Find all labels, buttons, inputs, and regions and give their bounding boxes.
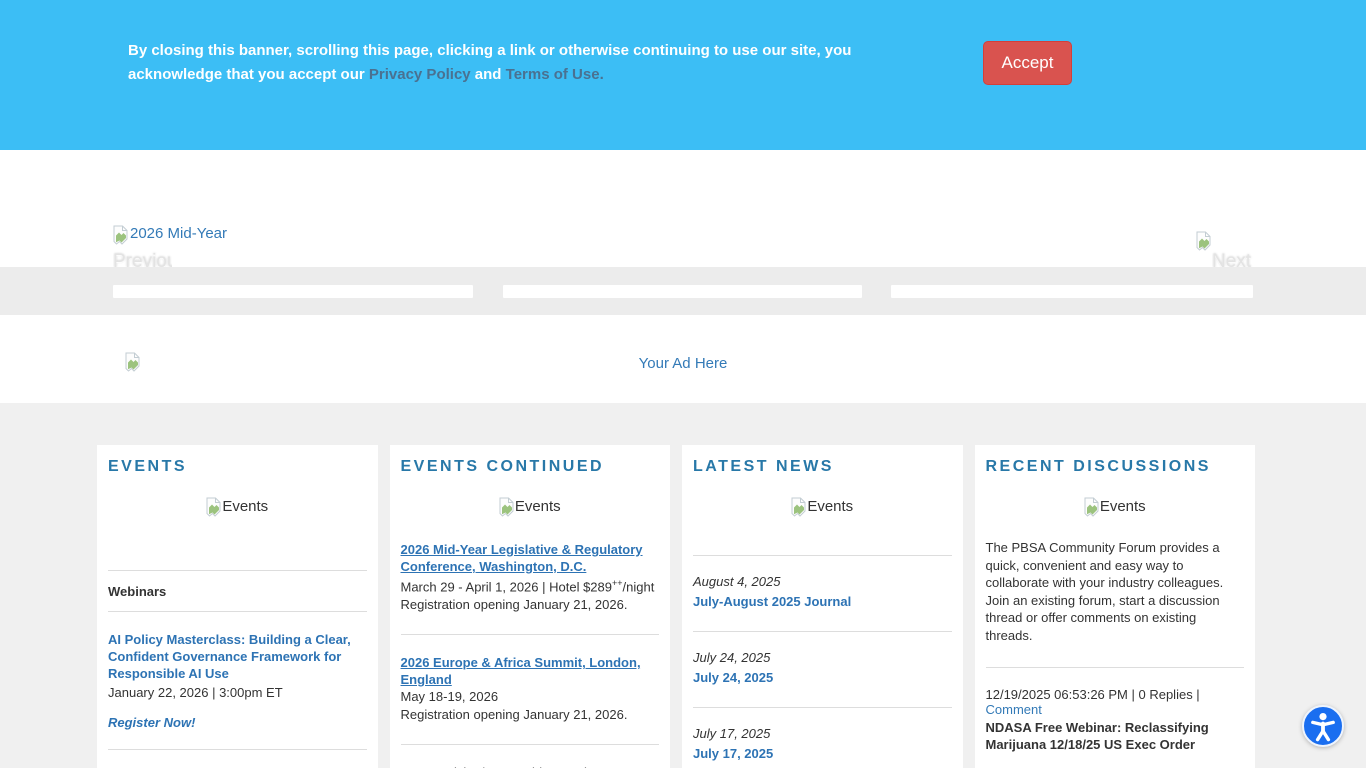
register-now-link[interactable]: Register Now! [108,714,367,731]
registration-note: Registration opening January 21, 2026. [400,707,628,723]
summit-link[interactable]: 2026 Europe & Africa Summit, London, Eng… [401,654,660,688]
privacy-policy-link[interactable]: Privacy Policy [369,66,471,83]
columns-section: EVENTS Events Webinars AI Policy Masterc… [0,403,1366,768]
events-continued-title: EVENTS CONTINUED [400,458,605,475]
registration-note: Registration opening January 21, 2026. [400,597,628,613]
conference-link[interactable]: 2026 Mid-Year Legislative & Regulatory C… [401,541,660,575]
forum-intro-text: The PBSA Community Forum provides a quic… [985,540,1224,643]
carousel-indicator[interactable] [113,285,473,298]
divider [985,667,1244,668]
carousel-indicator-band [0,267,1366,315]
events-image: Events [693,497,952,517]
webinars-heading: Webinars [108,584,167,599]
broken-image-icon [791,497,806,517]
events-image: Events [108,497,367,517]
events-image-alt: Events [222,497,269,515]
carousel-slide-link[interactable]: 2026 Mid-Year [113,225,227,245]
conference-date-text: March 29 - April 1, 2026 | Hotel $289 [400,579,613,595]
broken-image-icon [1084,497,1099,517]
latest-news-title: LATEST NEWS [693,458,834,475]
hero-carousel: 2026 Mid-Year Previous Next [0,150,1366,315]
events-image-alt: Events [514,497,561,515]
ad-strip: Your Ad Here [0,315,1366,403]
accessibility-icon [1302,705,1344,747]
events-image: Events [401,497,660,517]
divider [108,749,367,750]
summit-date: May 18-19, 2026 [400,689,499,705]
divider [693,631,952,632]
discussion-timestamp: 12/19/2025 06:53:26 PM | 0 Replies | [985,687,1200,702]
news-date: August 4, 2025 [693,574,781,589]
accessibility-widget-button[interactable] [1301,704,1345,748]
cookie-banner: By closing this banner, scrolling this p… [0,0,1366,150]
discussion-title: NDASA Free Webinar: Reclassifying Mariju… [985,720,1209,752]
carousel-indicator[interactable] [891,285,1253,298]
pricing-footnote: *Event pricing/costs subject to change [401,764,660,768]
divider [400,634,659,636]
broken-image-icon [499,497,514,517]
cookie-message: By closing this banner, scrolling this p… [128,39,943,87]
cookie-message-and: and [470,66,506,83]
divider [400,744,659,746]
cards-row: EVENTS Events Webinars AI Policy Masterc… [97,445,1255,768]
broken-image-icon [1196,231,1211,256]
recent-discussions-title: RECENT DISCUSSIONS [985,458,1211,475]
news-link[interactable]: July 17, 2025 [693,745,952,762]
events-continued-card: EVENTS CONTINUED Events 2026 Mid-Year Le… [389,445,670,768]
conference-date: March 29 - April 1, 2026 | Hotel $289++/… [401,575,660,595]
news-date: July 17, 2025 [693,726,771,741]
divider [693,707,952,708]
events-image-alt: Events [807,497,854,515]
events-card: EVENTS Events Webinars AI Policy Masterc… [97,445,378,768]
divider [108,611,367,612]
recent-discussions-card: RECENT DISCUSSIONS Events The PBSA Commu… [974,445,1255,768]
your-ad-here-link[interactable]: Your Ad Here [0,355,1366,372]
discussion-meta: 12/19/2025 06:53:26 PM | 0 Replies | Com… [986,687,1245,717]
events-image-alt: Events [1099,497,1146,515]
price-superscript: ++ [612,578,623,588]
event-date: January 22, 2026 | 3:00pm ET [108,685,283,700]
carousel-slide-label: 2026 Mid-Year [130,225,228,242]
events-title: EVENTS [108,458,188,475]
divider [108,570,367,571]
terms-of-use-link[interactable]: Terms of Use [506,66,600,83]
broken-image-icon [206,497,221,517]
event-link[interactable]: AI Policy Masterclass: Building a Clear,… [108,631,367,682]
comment-link[interactable]: Comment [986,702,1042,717]
conference-date-suffix: /night [622,579,655,595]
news-link[interactable]: July 24, 2025 [693,669,952,686]
carousel-indicator[interactable] [503,285,862,298]
divider [693,555,952,556]
accept-button[interactable]: Accept [983,41,1072,85]
latest-news-card: LATEST NEWS Events August 4, 2025 July-A… [682,445,963,768]
news-link[interactable]: July-August 2025 Journal [693,593,952,610]
events-image: Events [986,497,1245,517]
broken-image-icon [113,225,128,245]
news-date: July 24, 2025 [693,650,771,665]
cookie-message-period: . [599,66,604,83]
